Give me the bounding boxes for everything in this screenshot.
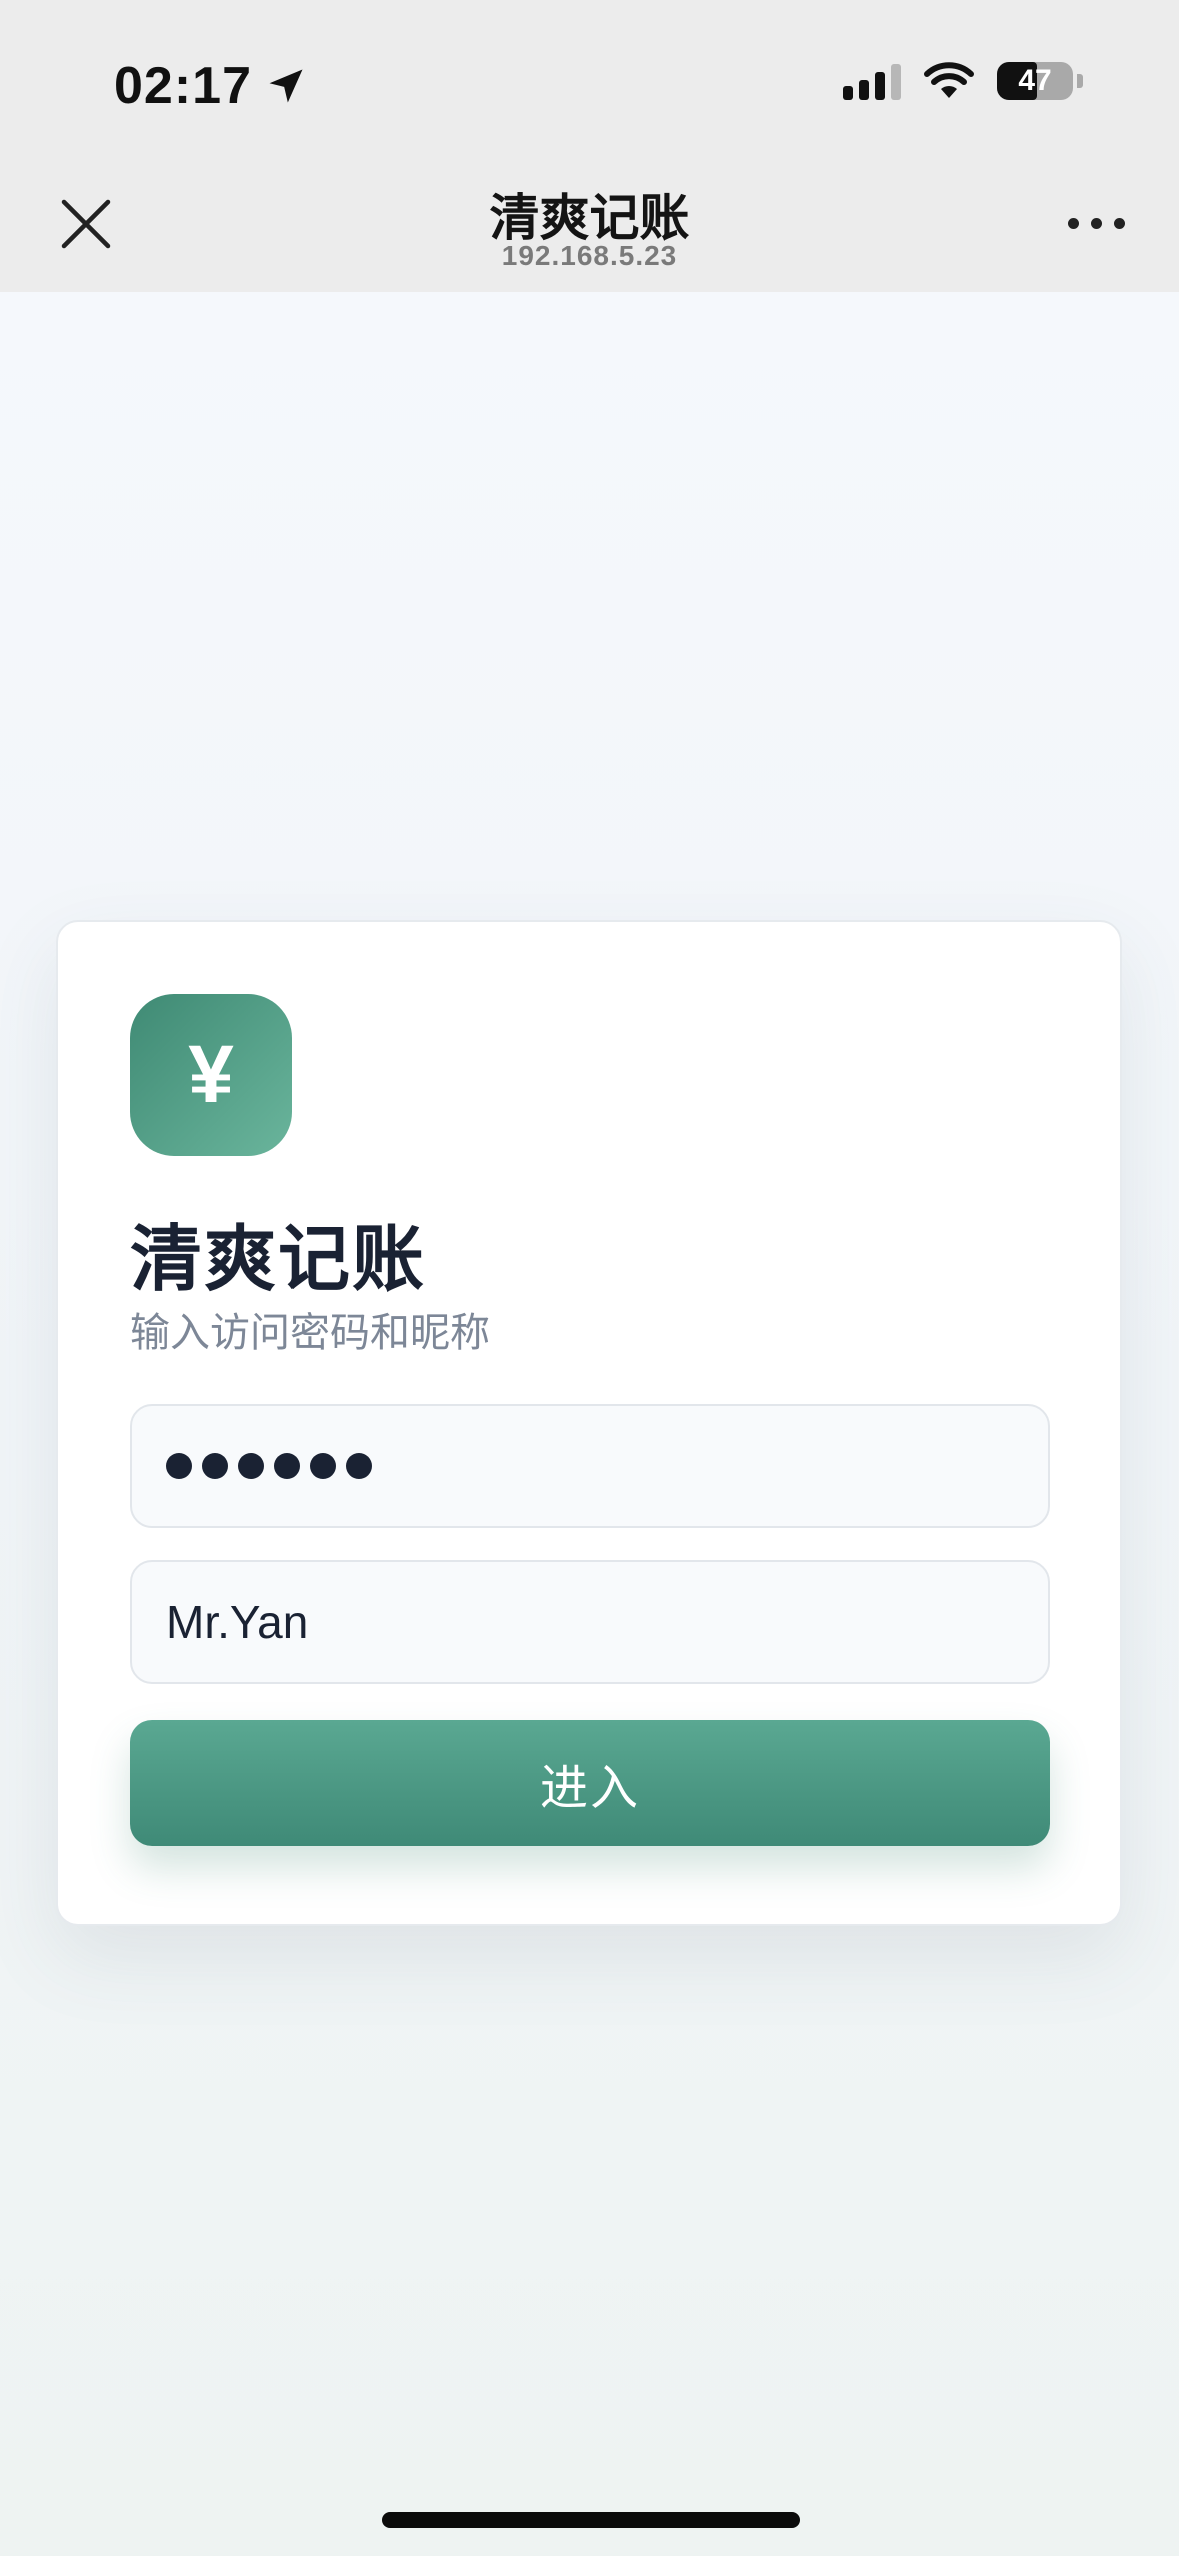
status-time-text: 02:17 <box>114 57 252 115</box>
enter-button-label: 进入 <box>539 1762 640 1815</box>
password-dot <box>346 1453 372 1479</box>
yen-icon: ¥ <box>188 1029 234 1120</box>
battery-icon: 47 <box>997 62 1073 100</box>
status-time: 02:17 <box>114 56 308 116</box>
nav-header: 清爽记账 192.168.5.23 <box>0 160 1179 292</box>
login-card: ¥ 清爽记账 输入访问密码和昵称 Mr.Yan 进入 <box>56 920 1122 1926</box>
page-content: ¥ 清爽记账 输入访问密码和昵称 Mr.Yan 进入 <box>0 292 1179 2556</box>
login-title: 清爽记账 <box>130 1220 427 1300</box>
status-bar: 02:17 47 <box>0 0 1179 160</box>
password-dot <box>166 1453 192 1479</box>
login-subtitle: 输入访问密码和昵称 <box>130 1311 490 1355</box>
wifi-icon <box>924 62 974 98</box>
nickname-value: Mr.Yan <box>166 1596 309 1648</box>
location-arrow-icon <box>269 69 303 103</box>
password-dot <box>202 1453 228 1479</box>
home-indicator <box>382 2512 800 2528</box>
password-dot <box>274 1453 300 1479</box>
battery-level: 47 <box>1018 64 1052 97</box>
password-field[interactable] <box>130 1404 1050 1528</box>
cellular-signal-icon <box>843 62 901 100</box>
enter-button[interactable]: 进入 <box>130 1720 1050 1846</box>
battery-tip <box>1077 74 1083 88</box>
nickname-field[interactable]: Mr.Yan <box>130 1560 1050 1684</box>
password-dot <box>238 1453 264 1479</box>
app-logo: ¥ <box>130 994 292 1156</box>
more-icon[interactable] <box>1068 218 1125 229</box>
page-url: 192.168.5.23 <box>501 240 678 271</box>
status-icons: 47 <box>843 62 1083 100</box>
password-dot <box>310 1453 336 1479</box>
password-dots <box>166 1453 372 1479</box>
